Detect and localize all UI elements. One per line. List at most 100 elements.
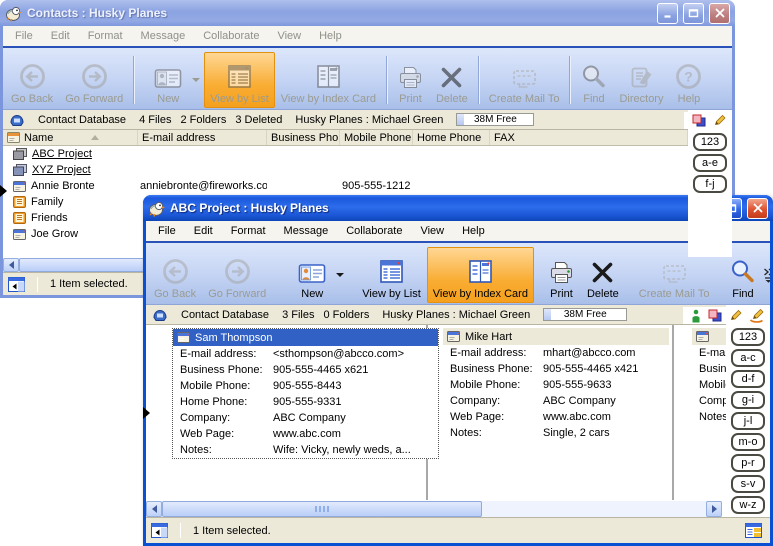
app-bird-icon bbox=[5, 5, 22, 22]
index-tab-p-r[interactable]: p-r bbox=[731, 454, 765, 472]
help-icon: ? bbox=[675, 63, 702, 90]
menu-format[interactable]: Format bbox=[79, 27, 132, 45]
list-item-abc-project[interactable]: ABC Project bbox=[3, 146, 688, 162]
field-value: <sthompson@abcco.com> bbox=[273, 348, 438, 360]
menu-collaborate[interactable]: Collaborate bbox=[337, 222, 411, 240]
network-squares-icon[interactable] bbox=[708, 309, 722, 322]
scrollbar-track[interactable] bbox=[482, 501, 706, 517]
index-tab-123[interactable]: 123 bbox=[693, 133, 727, 151]
go-back-button[interactable]: Go Back bbox=[148, 247, 202, 303]
card-column-divider[interactable] bbox=[672, 325, 674, 500]
online-user-icon[interactable] bbox=[691, 309, 701, 323]
contact-card-mike-hart[interactable]: Mike Hart E-mail address:mhart@abcco.com… bbox=[443, 328, 669, 441]
scroll-left-button[interactable] bbox=[146, 501, 162, 517]
index-tab-g-i[interactable]: g-i bbox=[731, 391, 765, 409]
view-by-index-card-button[interactable]: View by Index Card bbox=[275, 52, 382, 108]
delete-button[interactable]: Delete bbox=[430, 52, 474, 108]
database-label: Contact Database bbox=[38, 114, 126, 126]
index-tab-d-f[interactable]: d-f bbox=[731, 370, 765, 388]
new-dropdown-arrow[interactable] bbox=[192, 78, 200, 82]
index-tab-123[interactable]: 123 bbox=[731, 328, 765, 346]
index-tab-a-c[interactable]: a-c bbox=[731, 349, 765, 367]
new-dropdown-arrow[interactable] bbox=[336, 273, 344, 277]
column-home-phone[interactable]: Home Phone bbox=[413, 130, 490, 145]
status-text: 1 Item selected. bbox=[193, 525, 271, 537]
index-tab-f-j[interactable]: f-j bbox=[693, 175, 727, 193]
menu-file[interactable]: File bbox=[149, 222, 185, 240]
index-tab-a-e[interactable]: a-e bbox=[693, 154, 727, 172]
index-tab-j-l[interactable]: j-l bbox=[731, 412, 765, 430]
card-name: Mike Hart bbox=[465, 331, 512, 343]
menu-edit[interactable]: Edit bbox=[185, 222, 222, 240]
go-back-button[interactable]: Go Back bbox=[5, 52, 59, 108]
print-button[interactable]: Print bbox=[542, 247, 581, 303]
scrollbar-thumb[interactable] bbox=[162, 501, 482, 517]
scrollbar-thumb[interactable] bbox=[19, 258, 149, 272]
group-book-icon bbox=[13, 212, 26, 224]
mobile-phone-cell: 905-555-1212 bbox=[340, 180, 413, 192]
create-mail-to-button[interactable]: Create Mail To bbox=[483, 52, 566, 108]
menu-help[interactable]: Help bbox=[453, 222, 494, 240]
contact-card-sam-thompson[interactable]: Sam Thompson E-mail address:<sthompson@a… bbox=[172, 328, 439, 459]
panel-toggle-icon[interactable] bbox=[151, 523, 168, 538]
list-item-annie-bronte[interactable]: Annie Bronte anniebronte@fireworks.com 9… bbox=[3, 178, 688, 194]
card-mini-icon bbox=[7, 132, 20, 143]
menu-message[interactable]: Message bbox=[275, 222, 338, 240]
new-button[interactable]: New bbox=[292, 247, 332, 303]
layout-grid-icon[interactable] bbox=[745, 523, 762, 538]
print-button[interactable]: Print bbox=[391, 52, 430, 108]
close-button[interactable] bbox=[747, 198, 768, 219]
menu-view[interactable]: View bbox=[411, 222, 453, 240]
column-name[interactable]: Name bbox=[3, 130, 138, 145]
contacts-titlebar[interactable]: Contacts : Husky Planes bbox=[0, 0, 735, 26]
pencil-icon[interactable] bbox=[713, 114, 726, 127]
list-item-xyz-project[interactable]: XYZ Project bbox=[3, 162, 688, 178]
app-bird-icon bbox=[148, 200, 165, 217]
folders-count: 2 Folders bbox=[180, 114, 226, 126]
abc-project-titlebar[interactable]: ABC Project : Husky Planes bbox=[143, 195, 773, 221]
menu-help[interactable]: Help bbox=[310, 27, 351, 45]
horizontal-scrollbar[interactable] bbox=[146, 500, 722, 517]
column-mobile-phone[interactable]: Mobile Phone bbox=[340, 130, 413, 145]
go-forward-button[interactable]: Go Forward bbox=[202, 247, 272, 303]
menu-edit[interactable]: Edit bbox=[42, 27, 79, 45]
scroll-left-button[interactable] bbox=[3, 258, 19, 272]
current-row-marker bbox=[143, 407, 150, 419]
find-button[interactable]: Find bbox=[574, 52, 613, 108]
view-by-list-button[interactable]: View by List bbox=[356, 247, 427, 303]
toolbar-overflow-button[interactable] bbox=[762, 267, 770, 284]
column-email[interactable]: E-mail address bbox=[138, 130, 267, 145]
menu-message[interactable]: Message bbox=[132, 27, 195, 45]
help-button[interactable]: ? Help bbox=[669, 52, 708, 108]
menu-format[interactable]: Format bbox=[222, 222, 275, 240]
files-count: 3 Files bbox=[282, 309, 314, 321]
delete-button[interactable]: Delete bbox=[581, 247, 625, 303]
new-button[interactable]: New bbox=[148, 52, 188, 108]
index-tab-s-v[interactable]: s-v bbox=[731, 475, 765, 493]
panel-toggle-icon[interactable] bbox=[8, 277, 25, 292]
menu-collaborate[interactable]: Collaborate bbox=[194, 27, 268, 45]
maximize-button[interactable] bbox=[683, 3, 704, 24]
field-value: www.abc.com bbox=[543, 411, 669, 423]
close-button[interactable] bbox=[709, 3, 730, 24]
column-business-phone[interactable]: Business Phone bbox=[267, 130, 340, 145]
chevron-overflow-icon bbox=[762, 267, 770, 284]
view-by-list-button[interactable]: View by List bbox=[204, 52, 275, 108]
view-by-index-card-button[interactable]: View by Index Card bbox=[427, 247, 534, 303]
pencil-icon[interactable] bbox=[729, 309, 742, 322]
directory-button[interactable]: Directory bbox=[613, 52, 669, 108]
go-forward-button[interactable]: Go Forward bbox=[59, 52, 129, 108]
minimize-button[interactable] bbox=[657, 3, 678, 24]
index-tab-m-o[interactable]: m-o bbox=[731, 433, 765, 451]
menu-view[interactable]: View bbox=[268, 27, 310, 45]
toolbar-separator bbox=[569, 56, 570, 104]
network-squares-icon[interactable] bbox=[692, 114, 706, 127]
index-tab-w-z[interactable]: w-z bbox=[731, 496, 765, 514]
printer-icon bbox=[548, 260, 575, 285]
signature-pencil-icon[interactable] bbox=[749, 309, 764, 323]
field-value: 905-555-4465 x621 bbox=[273, 364, 438, 376]
column-fax[interactable]: FAX bbox=[490, 130, 688, 145]
scroll-right-button[interactable] bbox=[706, 501, 722, 517]
account-label: Husky Planes : Michael Green bbox=[295, 114, 443, 126]
menu-file[interactable]: File bbox=[6, 27, 42, 45]
